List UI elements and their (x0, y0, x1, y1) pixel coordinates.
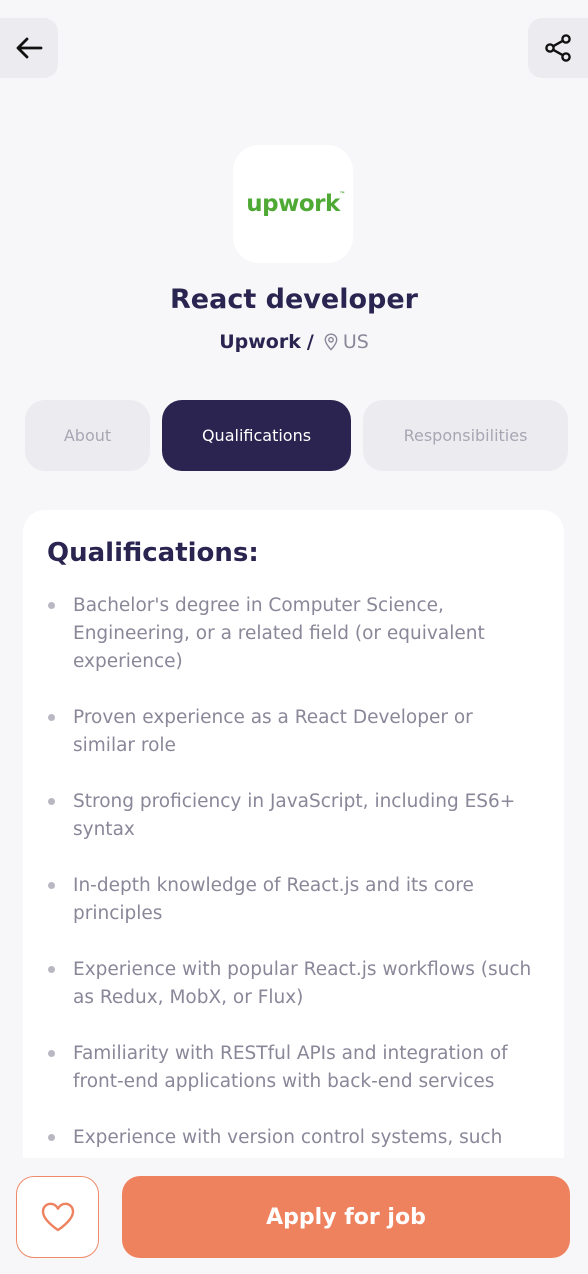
bullet-icon (48, 798, 55, 805)
bullet-icon (48, 714, 55, 721)
qualifications-heading: Qualifications: (47, 538, 259, 568)
list-item: Experience with version control systems,… (47, 1124, 540, 1152)
bullet-icon (48, 966, 55, 973)
upwork-logo-text: upwork ™ (246, 191, 345, 217)
bullet-icon (48, 1134, 55, 1141)
list-item: Strong proficiency in JavaScript, includ… (47, 788, 540, 844)
job-detail-screen: upwork ™ React developer Upwork / US Abou… (0, 0, 588, 1274)
bullet-icon (48, 1050, 55, 1057)
share-icon (545, 34, 571, 62)
separator: / (306, 331, 314, 353)
list-item: Proven experience as a React Developer o… (47, 704, 540, 760)
company-logo: upwork ™ (233, 145, 353, 263)
list-item: Bachelor's degree in Computer Science, E… (47, 592, 540, 676)
company-name: Upwork (219, 331, 301, 353)
back-button[interactable] (0, 18, 58, 78)
list-item: Familiarity with RESTful APIs and integr… (47, 1040, 540, 1096)
bullet-icon (48, 882, 55, 889)
bullet-icon (48, 602, 55, 609)
job-subtitle: Upwork / US (0, 331, 588, 353)
apply-button[interactable]: Apply for job (122, 1176, 570, 1258)
qualifications-list: Bachelor's degree in Computer Science, E… (47, 592, 540, 1152)
tab-about[interactable]: About (25, 400, 150, 471)
list-item: Experience with popular React.js workflo… (47, 956, 540, 1012)
job-title: React developer (170, 284, 418, 315)
location-text: US (342, 331, 369, 353)
bottom-action-bar: Apply for job (0, 1158, 588, 1274)
job-tabs: About Qualifications Responsibilities (0, 400, 588, 471)
favorite-button[interactable] (16, 1176, 99, 1258)
share-button[interactable] (528, 18, 588, 78)
location-pin-icon (324, 333, 338, 351)
tab-qualifications[interactable]: Qualifications (162, 400, 351, 471)
list-item: In-depth knowledge of React.js and its c… (47, 872, 540, 928)
tab-responsibilities[interactable]: Responsibilities (363, 400, 568, 471)
heart-icon (41, 1202, 74, 1232)
job-location: US (324, 331, 369, 353)
arrow-left-icon (16, 37, 43, 59)
